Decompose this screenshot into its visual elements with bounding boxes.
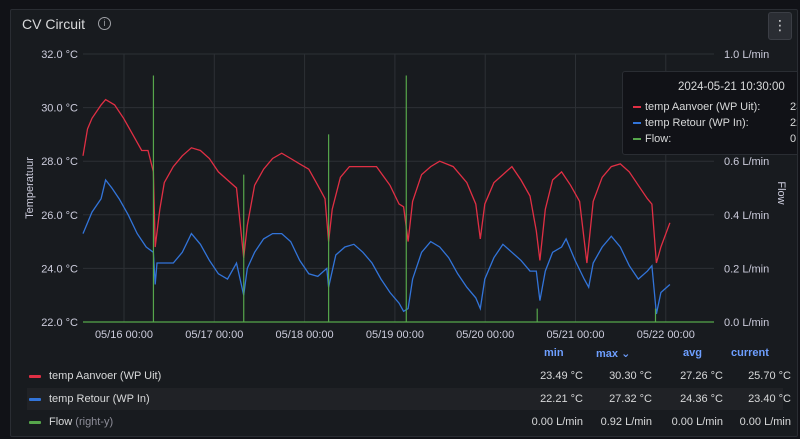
legend-header-avg[interactable]: avg (683, 347, 702, 359)
legend-axis-note: (right-y) (75, 416, 114, 428)
x-tick-label: 05/20 00:00 (456, 329, 514, 340)
legend-header-max[interactable]: max ⌄ (596, 347, 630, 360)
line-chart[interactable]: 22.0 °C 24.0 °C 26.0 °C 28.0 °C 30.0 °C 32.0 … (11, 10, 798, 340)
tooltip-series-value: 23 (790, 101, 797, 113)
tooltip-series-value: 0.00 (790, 133, 797, 145)
legend-header-current[interactable]: current (731, 347, 769, 359)
legend-header-min[interactable]: min (544, 347, 564, 359)
y-left-axis-title: Temperatuur (24, 157, 36, 219)
series-color-swatch (29, 398, 41, 401)
legend-header-max-label: max (596, 348, 619, 360)
legend-series-label: Flow (49, 416, 73, 428)
chart-tooltip: 2024-05-21 10:30:00 temp Aanvoer (WP Uit… (622, 71, 797, 155)
cv-circuit-panel: CV Circuit i ⋮ 22.0 °C 24.0 °C 26.0 °C 28.0… (10, 9, 798, 437)
legend-series-label: temp Retour (WP In) (49, 393, 150, 405)
x-tick-label: 05/18 00:00 (276, 329, 334, 340)
legend-series-label: temp Aanvoer (WP Uit) (49, 370, 162, 382)
legend-max: 30.30 °C (609, 370, 652, 382)
series-color-swatch (633, 122, 641, 124)
legend-min: 23.49 °C (540, 370, 583, 382)
legend-row[interactable]: temp Aanvoer (WP Uit) 23.49 °C 30.30 °C … (27, 365, 791, 387)
tooltip-row: Flow: 0.00 (633, 133, 797, 147)
y-left-tick-label: 24.0 °C (41, 263, 78, 275)
tooltip-series-name: temp Aanvoer (WP Uit): (645, 101, 761, 113)
tooltip-row: temp Retour (WP In): 22 (633, 117, 797, 131)
x-tick-label: 05/17 00:00 (185, 329, 243, 340)
legend-row[interactable]: Flow (right-y) 0.00 L/min 0.92 L/min 0.0… (27, 411, 791, 433)
y-right-tick-label: 0.4 L/min (724, 210, 769, 222)
y-left-tick-label: 30.0 °C (41, 103, 78, 115)
series-color-swatch (29, 375, 41, 378)
x-tick-label: 05/21 00:00 (546, 329, 604, 340)
x-tick-label: 05/19 00:00 (366, 329, 424, 340)
series-line-1 (82, 178, 671, 315)
series-color-swatch (633, 138, 641, 140)
tooltip-series-value: 22 (790, 117, 797, 129)
legend-series-name: Flow (right-y) (49, 416, 113, 428)
x-tick-label: 05/16 00:00 (95, 329, 153, 340)
legend-min: 22.21 °C (540, 393, 583, 405)
sort-descending-icon: ⌄ (621, 348, 631, 360)
tooltip-row: temp Aanvoer (WP Uit): 23 (633, 101, 797, 115)
legend-current: 25.70 °C (748, 370, 791, 382)
legend-series-name: temp Aanvoer (WP Uit) (49, 370, 161, 382)
legend-min: 0.00 L/min (531, 416, 583, 428)
legend-row[interactable]: temp Retour (WP In) 22.21 °C 27.32 °C 24… (27, 388, 791, 410)
legend-current: 0.00 L/min (739, 416, 791, 428)
series-line-0 (82, 98, 671, 264)
series-color-swatch (29, 421, 41, 424)
legend-max: 27.32 °C (609, 393, 652, 405)
y-right-tick-label: 1.0 L/min (724, 49, 769, 61)
series-color-swatch (633, 106, 641, 108)
legend-current: 23.40 °C (748, 393, 791, 405)
tooltip-series-name: temp Retour (WP In): (645, 117, 749, 129)
y-right-axis-title: Flow (775, 181, 787, 204)
y-right-tick-label: 0.0 L/min (724, 317, 769, 329)
y-right-tick-label: 0.6 L/min (724, 156, 769, 168)
y-left-tick-label: 22.0 °C (41, 317, 78, 329)
y-left-tick-label: 28.0 °C (41, 156, 78, 168)
legend-series-name: temp Retour (WP In) (49, 393, 150, 405)
tooltip-series-name: Flow: (645, 133, 672, 145)
x-tick-label: 05/22 00:00 (637, 329, 695, 340)
tooltip-time: 2024-05-21 10:30:00 (678, 81, 785, 93)
y-left-tick-label: 32.0 °C (41, 49, 78, 61)
legend-max: 0.92 L/min (600, 416, 652, 428)
y-left-tick-label: 26.0 °C (41, 210, 78, 222)
y-right-tick-label: 0.2 L/min (724, 263, 769, 275)
